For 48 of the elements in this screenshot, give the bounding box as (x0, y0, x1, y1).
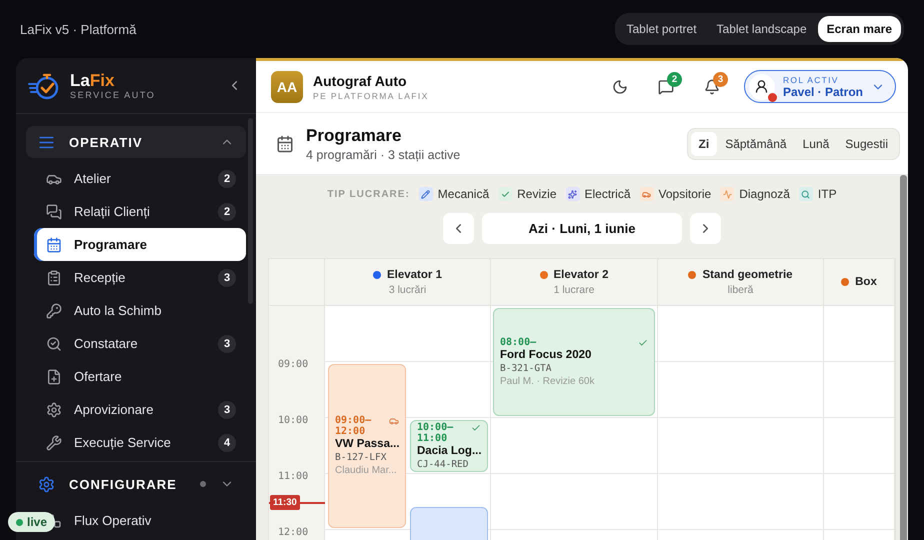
legend-item: ITP (818, 187, 837, 201)
count-badge: 3 (218, 268, 236, 286)
brand-tagline: SERVICE AUTO (70, 90, 156, 100)
count-badge: 3 (218, 334, 236, 352)
legend-item: Diagnoză (739, 187, 790, 201)
plate-number: B-127-LFX (335, 451, 388, 464)
vehicle-name: Dacia Log... (417, 444, 481, 458)
vehicle-name: VW Passa... (335, 437, 399, 451)
legend-item: Vopsitorie (658, 187, 712, 201)
brand-name: LaFix (70, 72, 116, 90)
count-badge: 3 (218, 400, 236, 418)
count-badge: 2 (218, 170, 236, 188)
station-name: Stand geometrie (702, 268, 793, 280)
appointment-time: 08:00– (500, 336, 536, 348)
legend-item: Electrică (584, 187, 631, 201)
station-name: Elevator 2 (554, 268, 608, 280)
legend-item: Mecanică (438, 187, 490, 201)
hour-label: 12:00 (278, 527, 308, 539)
live-toast: live (8, 512, 56, 532)
station-name: Elevator 1 (387, 268, 442, 280)
count-badge: 2 (218, 202, 236, 220)
station-name: Box (855, 276, 877, 288)
current-time-label: 11:30 (270, 495, 300, 510)
hour-label: 11:00 (278, 471, 308, 483)
workshop-avatar: AA (271, 70, 303, 102)
page-subtitle: 4 programări · 3 stații active (306, 148, 462, 162)
appointment-time: 09:00–12:00 (335, 415, 372, 437)
page-title: Programare (306, 126, 402, 146)
hour-label: 10:00 (278, 415, 308, 427)
count-badge: 4 (218, 434, 236, 452)
vehicle-name: Ford Focus 2020 (500, 348, 592, 362)
legend-item: Revizie (517, 187, 556, 201)
count-badge: 3 (712, 72, 728, 86)
date-display: Azi · Luni, 1 iunie (482, 213, 682, 244)
count-badge: 2 (666, 72, 682, 86)
hour-label: 09:00 (278, 359, 308, 371)
appointment-info: Paul M. · Revizie 60k (500, 374, 596, 388)
appointment-time: 10:00–11:00 (417, 422, 454, 444)
station-status: 3 lucrări (388, 284, 426, 296)
workshop-name: Autograf Auto (313, 72, 408, 88)
station-status: 1 lucrare (554, 284, 594, 296)
legend-label: TIP LUCRARE: (327, 188, 410, 200)
workshop-subtitle: PE PLATFORMA LAFIX (313, 90, 430, 100)
plate-number: B-321-GTA (500, 362, 552, 374)
app-title: LaFix v5 · Platformă (20, 22, 136, 36)
station-status: liberă (728, 284, 754, 296)
plate-number: CJ-44-RED (417, 458, 470, 470)
appointment-info: Claudiu Mar... (335, 464, 398, 477)
